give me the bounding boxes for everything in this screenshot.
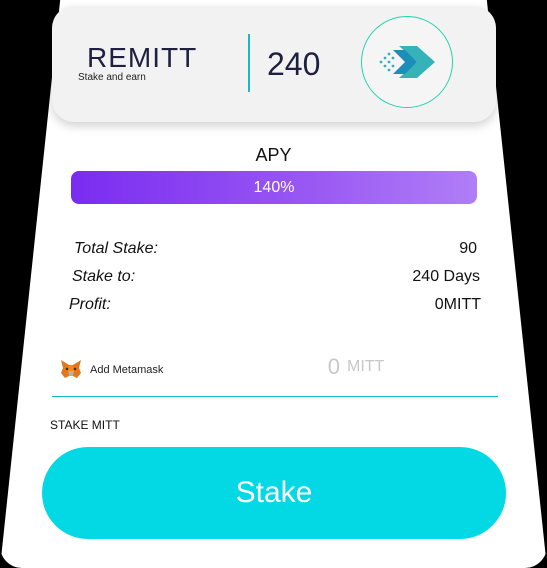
stake-button[interactable]: Stake [42, 447, 506, 539]
stake-amount-input[interactable] [230, 350, 340, 384]
profit-value: 0MITT [434, 296, 481, 313]
logo-badge [361, 16, 453, 108]
total-stake-value: 90 [459, 240, 477, 257]
add-metamask-link[interactable]: Add Metamask [90, 364, 163, 376]
metamask-fox-icon[interactable] [60, 359, 82, 379]
apy-progress-bar: 140% [71, 171, 477, 204]
header-panel: REMITT Stake and earn 240 [52, 6, 496, 122]
brand-name: REMITT [87, 42, 198, 73]
profit-label: Profit: [69, 296, 111, 313]
remitt-arrow-logo-icon [379, 46, 435, 78]
stake-to-label: Stake to: [72, 268, 136, 285]
stake-duration-value: 240 [267, 46, 321, 82]
amount-input-underline [52, 396, 498, 397]
header-divider [248, 34, 250, 92]
apy-label: APY [255, 145, 292, 165]
total-stake-label: Total Stake: [74, 240, 158, 257]
stake-caption: STAKE MITT [50, 418, 120, 432]
brand-tagline: Stake and earn [78, 72, 146, 83]
amount-unit: MITT [347, 358, 385, 375]
stake-to-value: 240 Days [412, 268, 480, 285]
apy-value: 140% [253, 179, 295, 196]
